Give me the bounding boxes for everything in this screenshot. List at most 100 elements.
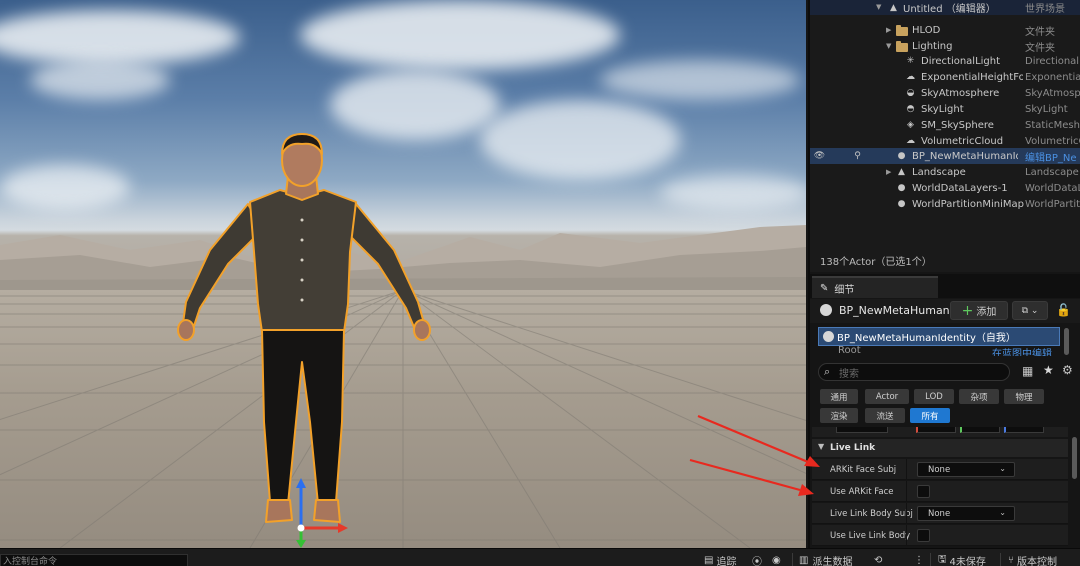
blueprint-icon <box>823 331 834 342</box>
divider <box>930 553 931 566</box>
source-control-button[interactable]: ⑂ 版本控制 <box>1008 553 1057 566</box>
outliner-item-name: SkyAtmosphere <box>921 87 1000 99</box>
outliner-row-lighting[interactable]: ▼ Lighting 文件夹 <box>810 38 1080 54</box>
transform-gizmo[interactable] <box>290 476 350 548</box>
outliner-item-type: WorldPartit <box>1025 198 1080 210</box>
lock-icon[interactable]: 🔓 <box>1056 303 1071 317</box>
outliner-row-directional-light[interactable]: ✳ DirectionalLight DirectionalL <box>810 53 1080 69</box>
outliner-item-type: 文件夹 <box>1025 42 1055 54</box>
details-search-input[interactable]: ⌕ 搜索 <box>818 363 1010 381</box>
outliner-item-type: SkyAtmosp <box>1025 87 1080 99</box>
filter-streaming[interactable]: 流送 <box>865 408 905 423</box>
sky-cloud <box>480 100 680 180</box>
camera-icon: ◉ <box>772 554 781 566</box>
property-arkit-face-subj: ARKit Face Subj None ⌄ <box>812 459 1068 480</box>
outliner-item-name: Landscape <box>912 166 966 178</box>
actor-icon: ● <box>897 182 906 193</box>
outliner-item-name: DirectionalLight <box>921 55 1001 67</box>
outliner-row-height-fog[interactable]: ☁ ExponentialHeightFo Exponential <box>810 69 1080 85</box>
dropdown-value: None <box>928 464 951 475</box>
outliner-row-sky-light[interactable]: ◓ SkyLight SkyLight <box>810 101 1080 117</box>
filter-general[interactable]: 通用 <box>820 389 858 404</box>
details-scrollbar[interactable] <box>1072 437 1077 479</box>
collapse-arrow-icon[interactable]: ▶ <box>886 168 891 176</box>
blueprint-icon <box>820 304 832 316</box>
filter-actor[interactable]: Actor <box>865 389 909 404</box>
component-root-label: Root <box>838 345 861 356</box>
outliner-item-type: DirectionalL <box>1025 55 1080 67</box>
add-component-button[interactable]: + 添加 <box>950 301 1008 320</box>
unsaved-button[interactable]: 🖫 4未保存 <box>938 553 986 566</box>
console-command-input[interactable]: 入控制台命令 <box>0 554 188 566</box>
column-divider <box>906 503 907 524</box>
visibility-eye-icon[interactable]: 👁 <box>814 150 825 161</box>
sync-button[interactable]: ⟲ <box>874 553 882 566</box>
outliner-row-metahuman[interactable]: 👁 ⚲ ● BP_NewMetaHumanId 编辑BP_Ne <box>810 148 1080 164</box>
arkit-face-subj-dropdown[interactable]: None ⌄ <box>917 462 1015 477</box>
outliner-row-sky-atmosphere[interactable]: ◒ SkyAtmosphere SkyAtmosp <box>810 85 1080 101</box>
edit-in-blueprint-link[interactable]: 在蓝图中编辑 <box>992 345 1052 356</box>
filter-all[interactable]: 所有 <box>910 408 950 423</box>
filter-lod[interactable]: LOD <box>914 389 954 404</box>
camera-button[interactable]: ◉ <box>772 553 781 566</box>
column-divider <box>906 459 907 480</box>
property-live-link-body-subj: Live Link Body Subj None ⌄ <box>812 503 1068 524</box>
pin-icon[interactable]: ⚲ <box>852 150 863 161</box>
more-vertical-icon: ⋮ <box>914 554 924 566</box>
outliner-item-type: 文件夹 <box>1025 26 1055 38</box>
derived-data-button[interactable]: ▥ 派生数据 <box>799 553 852 566</box>
tab-details[interactable]: ✎ 细节 <box>812 276 938 298</box>
outliner-row-minimap[interactable]: ● WorldPartitionMiniMap WorldPartit <box>810 196 1080 212</box>
expand-arrow-icon[interactable]: ▼ <box>886 42 891 50</box>
live-link-section-header[interactable]: ▼ Live Link <box>812 439 1068 457</box>
expand-arrow-icon[interactable]: ▼ <box>876 3 881 11</box>
sky-cloud <box>330 70 500 140</box>
trace-button[interactable]: ▤ 追踪 <box>704 553 736 566</box>
derived-data-label: 派生数据 <box>812 556 853 566</box>
outliner-item-type: WorldDataL <box>1025 182 1080 194</box>
outliner-row-volumetric-cloud[interactable]: ☁ VolumetricCloud VolumetricC <box>810 133 1080 149</box>
record-icon: ⦿ <box>752 556 762 566</box>
outliner-row-landscape[interactable]: ▶ ▲ Landscape Landscape <box>810 164 1080 180</box>
component-row-root[interactable]: Root 在蓝图中编辑 <box>818 345 1060 356</box>
use-live-link-body-checkbox[interactable] <box>917 529 930 542</box>
section-title: Live Link <box>830 443 876 453</box>
outliner-item-name: SM_SkySphere <box>921 119 994 131</box>
filter-misc[interactable]: 杂项 <box>959 389 999 404</box>
source-control-icon: ⑂ <box>1008 554 1014 566</box>
outliner-item-type: SkyLight <box>1025 103 1068 115</box>
add-button-label: 添加 <box>976 307 997 318</box>
live-link-body-subj-dropdown[interactable]: None ⌄ <box>917 506 1015 521</box>
outliner-row-sky-sphere[interactable]: ◈ SM_SkySphere StaticMesh. <box>810 117 1080 133</box>
search-placeholder: 搜索 <box>839 368 859 380</box>
outliner-row-level[interactable]: ▼ ▲ Untitled （编辑器） 世界场景 <box>810 0 1080 15</box>
sky-cloud <box>30 60 170 100</box>
use-arkit-face-checkbox[interactable] <box>917 485 930 498</box>
filter-physics[interactable]: 物理 <box>1004 389 1044 404</box>
hierarchy-icon: ⧉ ⌄ <box>1021 305 1039 316</box>
settings-gear-icon[interactable]: ⚙ <box>1062 363 1073 377</box>
outliner-item-type: Exponential <box>1025 71 1080 83</box>
world-outliner: ▼ ▲ Untitled （编辑器） 世界场景 ▶ HLOD 文件夹 ▼ Lig… <box>808 0 1080 272</box>
trace-icon: ▤ <box>704 554 714 566</box>
outliner-row-world-data-layers[interactable]: ● WorldDataLayers-1 WorldDataL <box>810 180 1080 196</box>
chevron-down-icon: ⌄ <box>999 508 1006 517</box>
property-label: Use Live Link Body <box>830 530 911 541</box>
table-view-icon[interactable]: ▦ <box>1022 364 1033 378</box>
component-row-self[interactable]: BP_NewMetaHumanIdentity（自我） <box>818 327 1060 346</box>
component-scrollbar[interactable] <box>1064 328 1069 355</box>
source-control-label: 版本控制 <box>1017 556 1057 566</box>
tab-label: 细节 <box>834 284 855 296</box>
collapse-arrow-icon[interactable]: ▶ <box>886 26 891 34</box>
outliner-item-type[interactable]: 编辑BP_Ne <box>1025 149 1080 164</box>
save-icon: 🖫 <box>938 553 947 565</box>
blueprint-options-button[interactable]: ⧉ ⌄ <box>1012 301 1048 320</box>
folder-open-icon <box>896 41 908 52</box>
component-tree: BP_NewMetaHumanIdentity（自我） Root 在蓝图中编辑 <box>818 326 1068 356</box>
favorite-star-icon[interactable]: ★ <box>1043 363 1054 377</box>
record-button[interactable]: ⦿ <box>752 553 762 566</box>
more-options-button[interactable]: ⋮ <box>914 553 924 566</box>
outliner-row-hlod[interactable]: ▶ HLOD 文件夹 <box>810 22 1080 38</box>
pencil-icon: ✎ <box>820 282 829 294</box>
sync-icon: ⟲ <box>874 554 883 566</box>
